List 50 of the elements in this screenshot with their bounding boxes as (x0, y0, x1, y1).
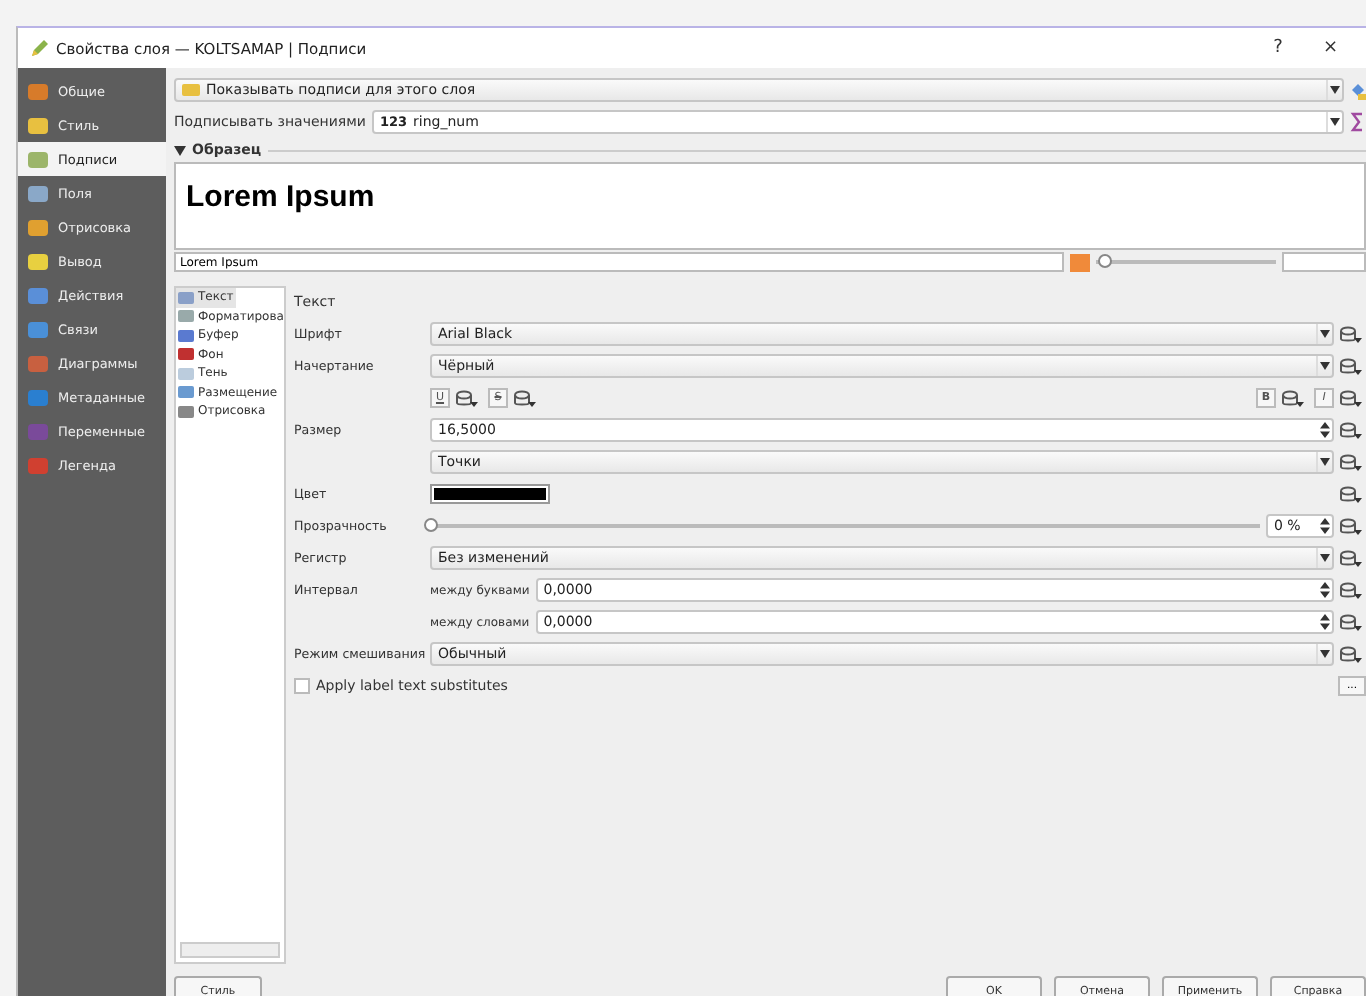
spin-arrows-icon[interactable] (1319, 422, 1329, 438)
tile-icon (26, 183, 50, 203)
preview-text: Lorem Ipsum (186, 180, 375, 214)
caret-icon (1330, 86, 1340, 94)
tile-icon (26, 319, 50, 339)
tile-icon (26, 81, 50, 101)
caret-icon (1320, 330, 1330, 338)
data-defined-icon[interactable] (1340, 325, 1362, 343)
data-defined-icon[interactable] (1340, 421, 1362, 439)
tile-icon (26, 115, 50, 135)
data-defined-icon[interactable] (1340, 517, 1362, 535)
data-defined-icon[interactable] (1340, 613, 1362, 631)
data-defined-icon[interactable] (456, 389, 478, 407)
caret-icon (1320, 650, 1330, 658)
data-defined-icon[interactable] (1340, 357, 1362, 375)
close-button[interactable]: × (1306, 38, 1354, 58)
tile-icon (26, 455, 50, 475)
spin-arrows-icon[interactable] (1319, 518, 1329, 534)
caret-icon (1320, 554, 1330, 562)
expression-icon[interactable] (1350, 112, 1366, 132)
pencil-icon (30, 39, 48, 57)
data-defined-icon[interactable] (1340, 581, 1362, 599)
data-defined-icon[interactable] (1340, 645, 1362, 663)
tile-icon (26, 421, 50, 441)
label-icon (182, 84, 200, 96)
data-defined-icon[interactable] (1340, 389, 1362, 407)
caret-icon (1320, 362, 1330, 370)
slider-thumb[interactable] (424, 518, 438, 532)
tile-icon (26, 149, 50, 169)
zoom-slider-thumb[interactable] (1097, 254, 1112, 268)
tile-icon (26, 217, 50, 237)
help-button[interactable]: ? (1257, 38, 1299, 58)
data-defined-icon[interactable] (1282, 389, 1304, 407)
tile-icon (26, 353, 50, 373)
paint-icon[interactable] (1350, 81, 1366, 99)
data-defined-icon[interactable] (514, 389, 536, 407)
data-defined-icon[interactable] (1340, 549, 1362, 567)
tile-icon (26, 387, 50, 407)
data-defined-icon[interactable] (1340, 485, 1362, 503)
data-defined-icon[interactable] (1340, 453, 1362, 471)
caret-icon (1320, 458, 1330, 466)
checkbox[interactable] (294, 678, 310, 694)
caret-icon (174, 145, 186, 155)
tile-icon (26, 285, 50, 305)
spin-arrows-icon[interactable] (1319, 582, 1329, 598)
tile-icon (26, 251, 50, 271)
scale-field[interactable] (1282, 252, 1366, 272)
spin-arrows-icon[interactable] (1319, 614, 1329, 630)
scrollbar[interactable] (180, 942, 280, 958)
caret-icon (1330, 118, 1340, 126)
